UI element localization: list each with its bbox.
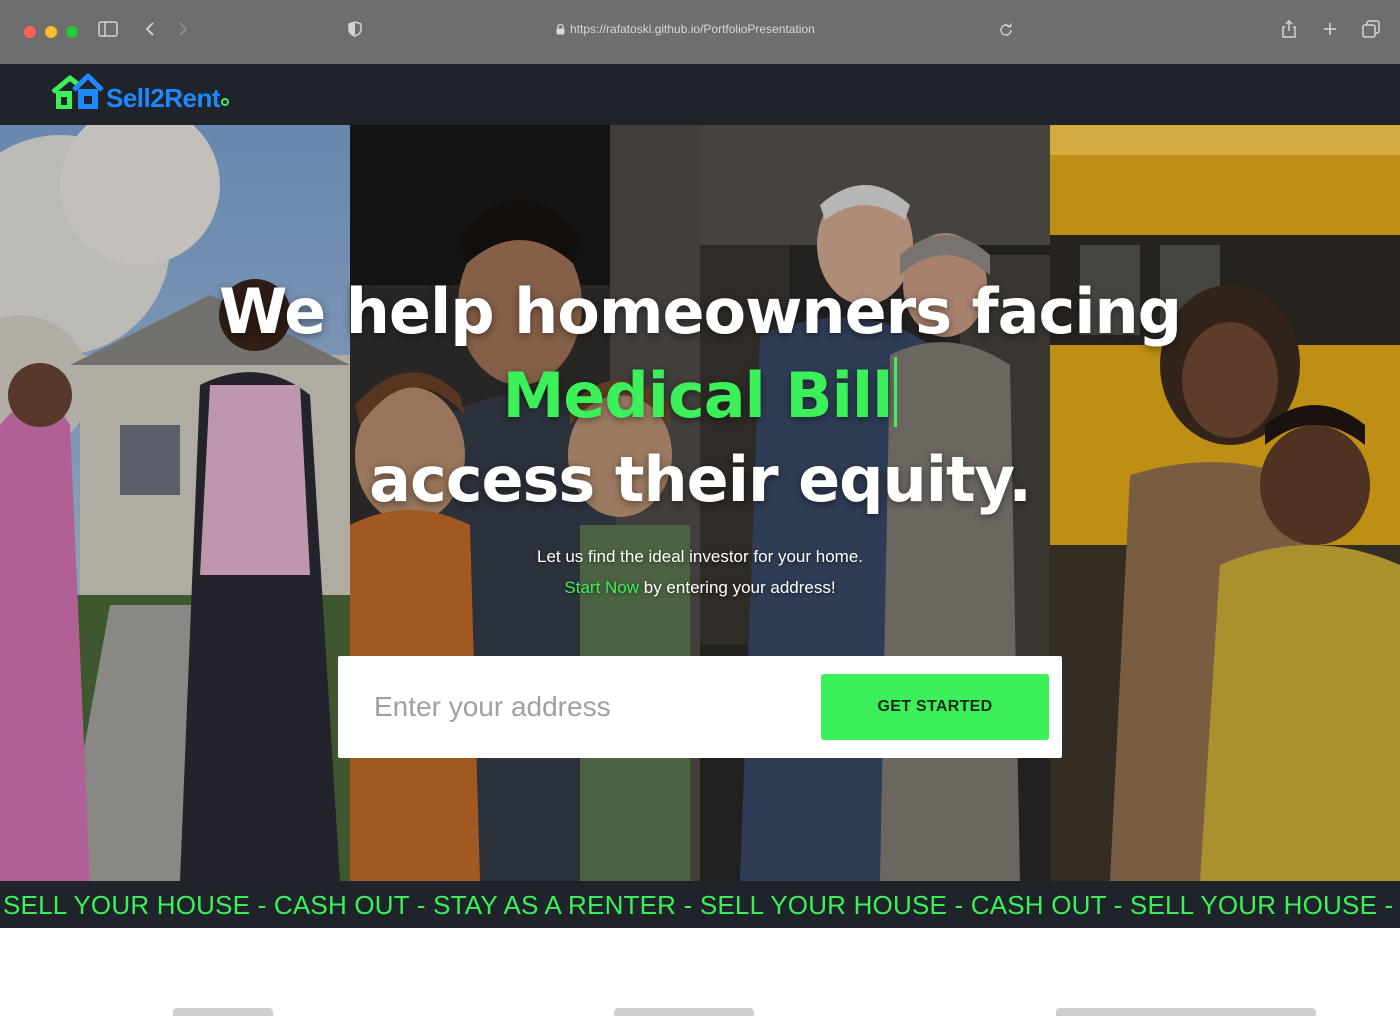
share-icon[interactable] [1281, 19, 1297, 45]
hero-headline-highlight: Medical Bill [0, 357, 1400, 432]
typing-cursor [894, 357, 898, 427]
window-controls [24, 26, 78, 38]
subtitle-rest-text: by entering your address! [639, 578, 836, 597]
hero-section: We help homeowners facing Medical Bill a… [0, 125, 1400, 881]
ticker-text: SELL YOUR HOUSE - CASH OUT - STAY AS A R… [3, 890, 1400, 920]
address-input[interactable] [374, 684, 804, 730]
hero-headline-end: access their equity. [369, 443, 1032, 516]
section-heading-peek [173, 1008, 273, 1016]
sidebar-icon[interactable] [98, 20, 118, 44]
below-fold-section [0, 928, 1400, 1016]
reload-icon[interactable] [999, 20, 1013, 44]
house-logo-icon [50, 70, 104, 116]
logo-dot [221, 98, 229, 106]
close-window-button[interactable] [24, 26, 36, 38]
maximize-window-button[interactable] [66, 26, 78, 38]
highlight-text: Medical Bill [502, 359, 894, 432]
back-icon[interactable] [144, 20, 156, 44]
address-form: GET STARTED [338, 656, 1062, 758]
minimize-window-button[interactable] [45, 26, 57, 38]
tabs-icon[interactable] [1362, 20, 1380, 45]
hero-subtitle-cta: Start Now by entering your address! [0, 578, 1400, 598]
new-tab-icon[interactable] [1322, 20, 1338, 44]
section-heading-peek [1056, 1008, 1316, 1016]
site-logo[interactable]: Sell2Rent [50, 70, 229, 116]
section-heading-peek [614, 1008, 754, 1016]
url-text: https://rafatoski.github.io/PortfolioPre… [570, 22, 815, 36]
lock-icon [556, 23, 565, 35]
hero-subtitle: Let us find the ideal investor for your … [536, 547, 863, 566]
marquee-ticker: SELL YOUR HOUSE - CASH OUT - STAY AS A R… [0, 881, 1400, 928]
logo-text: Sell2Rent [106, 83, 221, 113]
shield-icon[interactable] [348, 20, 362, 44]
forward-icon[interactable] [177, 20, 189, 44]
get-started-button[interactable]: GET STARTED [821, 674, 1049, 740]
start-now-text: Start Now [564, 578, 640, 597]
hero-headline: We help homeowners facing [218, 275, 1182, 348]
browser-toolbar: https://rafatoski.github.io/PortfolioPre… [0, 0, 1400, 64]
address-bar[interactable]: https://rafatoski.github.io/PortfolioPre… [556, 22, 815, 36]
